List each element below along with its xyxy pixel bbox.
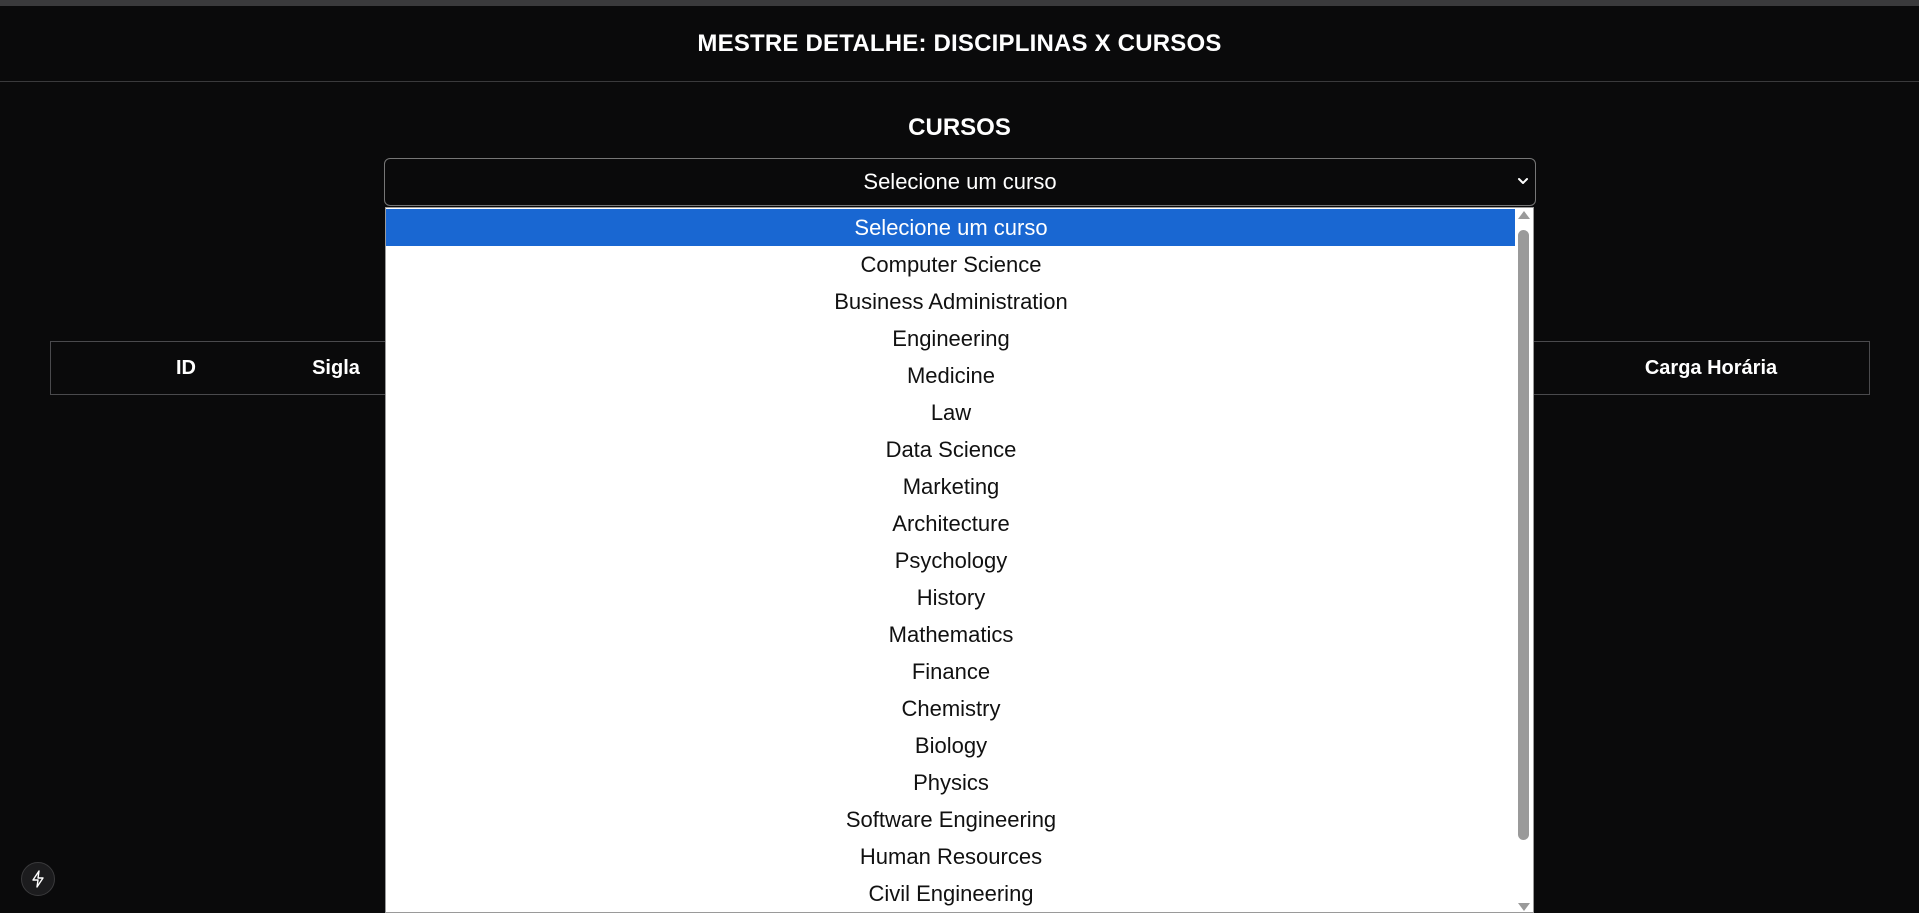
dropdown-scrollbar[interactable] bbox=[1515, 208, 1533, 912]
course-option[interactable]: Psychology bbox=[386, 542, 1516, 579]
course-option[interactable]: Biology bbox=[386, 727, 1516, 764]
course-select[interactable]: Selecione um curso bbox=[384, 158, 1536, 206]
course-option[interactable]: Computer Science bbox=[386, 246, 1516, 283]
app-header: MESTRE DETALHE: DISCIPLINAS X CURSOS bbox=[0, 6, 1919, 82]
lightning-icon[interactable] bbox=[21, 862, 55, 896]
course-option[interactable]: Data Science bbox=[386, 431, 1516, 468]
course-option[interactable]: Marketing bbox=[386, 468, 1516, 505]
course-option[interactable]: Engineering bbox=[386, 320, 1516, 357]
course-option[interactable]: Human Resources bbox=[386, 838, 1516, 875]
course-option[interactable]: History bbox=[386, 579, 1516, 616]
page-title: MESTRE DETALHE: DISCIPLINAS X CURSOS bbox=[697, 29, 1222, 57]
course-option[interactable]: Software Engineering bbox=[386, 801, 1516, 838]
course-option[interactable]: Business Administration bbox=[386, 283, 1516, 320]
courses-section-title: CURSOS bbox=[908, 114, 1011, 141]
course-option[interactable]: Civil Engineering bbox=[386, 875, 1516, 912]
course-option[interactable]: Chemistry bbox=[386, 690, 1516, 727]
scroll-up-arrow-icon[interactable] bbox=[1518, 211, 1530, 219]
course-option[interactable]: Mathematics bbox=[386, 616, 1516, 653]
course-option[interactable]: Selecione um curso bbox=[386, 209, 1516, 246]
course-option[interactable]: Medicine bbox=[386, 357, 1516, 394]
course-option[interactable]: Architecture bbox=[386, 505, 1516, 542]
course-option[interactable]: Finance bbox=[386, 653, 1516, 690]
course-option[interactable]: Law bbox=[386, 394, 1516, 431]
course-dropdown-list[interactable]: Selecione um curso Computer Science Busine… bbox=[385, 207, 1534, 913]
course-option[interactable]: Physics bbox=[386, 764, 1516, 801]
chevron-down-icon bbox=[1517, 171, 1529, 196]
course-select-value: Selecione um curso bbox=[863, 169, 1057, 194]
scroll-thumb[interactable] bbox=[1518, 230, 1529, 840]
column-header-id: ID bbox=[176, 357, 196, 379]
scroll-down-arrow-icon[interactable] bbox=[1518, 903, 1530, 911]
column-header-carga-horaria: Carga Horária bbox=[1644, 357, 1778, 379]
